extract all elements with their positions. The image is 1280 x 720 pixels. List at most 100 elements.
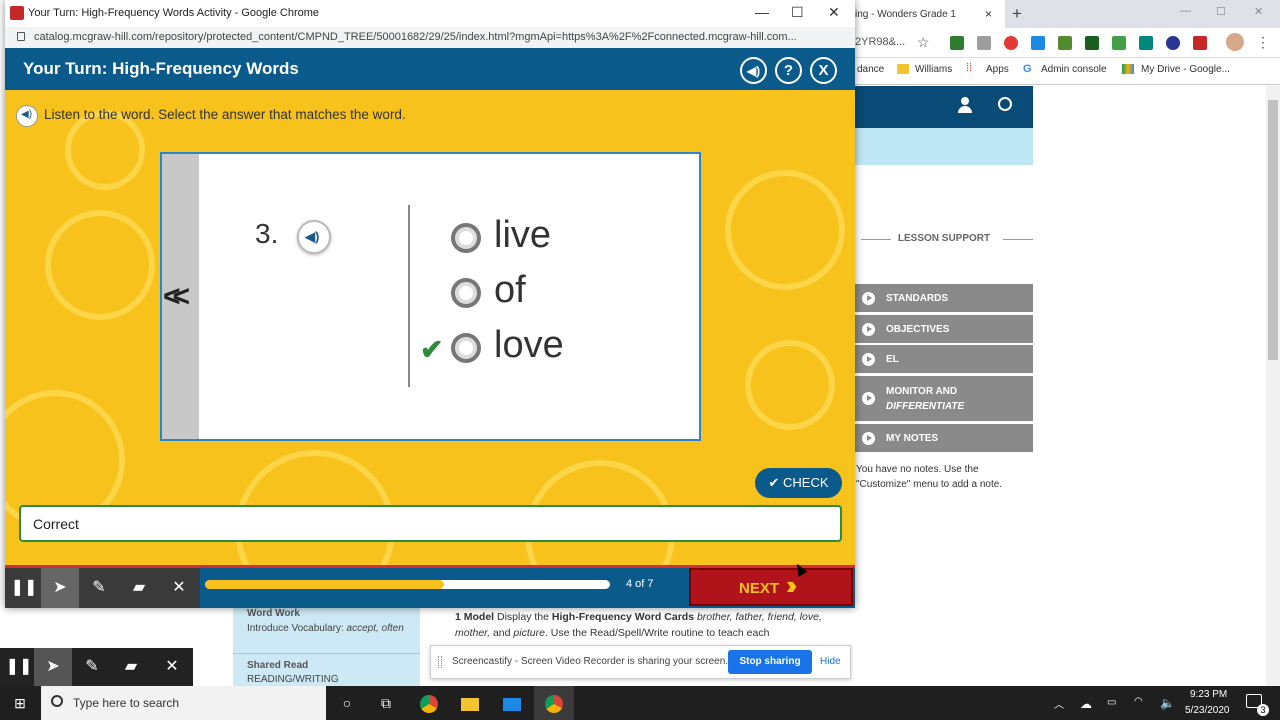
shared-read-title[interactable]: Shared Read xyxy=(247,660,308,671)
new-tab-button[interactable]: + xyxy=(1012,4,1022,24)
onedrive-icon[interactable]: ☁ xyxy=(1080,697,1092,711)
word-work-text: Introduce Vocabulary: accept, often xyxy=(247,623,404,634)
close-icon[interactable]: ✕ xyxy=(153,648,191,686)
accordion-label: OBJECTIVES xyxy=(886,323,950,335)
option-radio[interactable] xyxy=(451,223,481,253)
check-button[interactable]: ✔ CHECK xyxy=(755,468,842,498)
minimize-icon[interactable]: — xyxy=(755,4,769,20)
extension-icon[interactable] xyxy=(1031,36,1045,50)
pause-icon[interactable]: ❚❚ xyxy=(0,648,38,686)
accordion-my-notes[interactable]: MY NOTES xyxy=(855,424,1033,452)
extension-icon[interactable] xyxy=(1112,36,1126,50)
play-icon xyxy=(862,322,875,336)
speaker-icon: ◀) xyxy=(305,229,320,244)
search-icon[interactable] xyxy=(998,97,1012,111)
bookmark-item[interactable]: My Drive - Google... xyxy=(1141,64,1230,75)
bg-tab[interactable]: ing - Wonders Grade 1 × xyxy=(855,0,1005,28)
maximize-icon[interactable]: ☐ xyxy=(791,4,804,21)
play-icon xyxy=(862,352,875,366)
audio-button[interactable]: ◀) xyxy=(740,57,767,84)
window-titlebar[interactable]: Your Turn: High-Frequency Words Activity… xyxy=(5,0,855,27)
bg-minimize-icon[interactable]: — xyxy=(1180,5,1191,17)
help-button[interactable]: ? xyxy=(775,57,802,84)
bookmark-item[interactable]: Admin console xyxy=(1041,64,1107,75)
extension-icon[interactable] xyxy=(1058,36,1072,50)
extension-icon[interactable] xyxy=(1193,36,1207,50)
drive-icon xyxy=(1122,64,1134,74)
chrome-active-icon[interactable] xyxy=(534,686,574,720)
extension-icon[interactable] xyxy=(1085,36,1099,50)
bg-close-icon[interactable]: ✕ xyxy=(1254,5,1263,18)
url-text: catalog.mcgraw-hill.com/repository/prote… xyxy=(34,31,797,43)
extension-icon[interactable] xyxy=(950,36,964,50)
bg-address-text: 2YR98&... xyxy=(855,36,906,48)
extension-icon[interactable] xyxy=(1004,36,1018,50)
pointer-icon[interactable]: ➤ xyxy=(41,568,79,608)
option-radio-selected[interactable] xyxy=(451,333,481,363)
extension-icon[interactable] xyxy=(1166,36,1180,50)
bookmark-item[interactable]: Williams xyxy=(915,64,952,75)
file-explorer-icon[interactable] xyxy=(450,686,490,720)
page-scrollbar[interactable] xyxy=(1266,86,1280,686)
bg-tab-title: ing - Wonders Grade 1 xyxy=(855,9,956,20)
speaker-icon: ◀) xyxy=(746,64,761,78)
lock-icon xyxy=(17,32,25,41)
chrome-icon[interactable] xyxy=(409,686,449,720)
word-work-title[interactable]: Word Work xyxy=(247,608,300,619)
pen-icon[interactable]: ✎ xyxy=(73,648,111,686)
accordion-monitor[interactable]: MONITOR AND DIFFERENTIATE xyxy=(855,376,1033,421)
pen-icon[interactable]: ✎ xyxy=(80,568,118,608)
option-label[interactable]: live xyxy=(494,214,551,257)
taskbar-search[interactable]: Type here to search xyxy=(41,686,326,720)
accordion-label: EL xyxy=(886,353,899,365)
pointer-icon[interactable]: ➤ xyxy=(34,648,72,686)
hide-share-bar-button[interactable]: Hide xyxy=(820,656,841,667)
clock-date[interactable]: 5/23/2020 xyxy=(1185,705,1230,716)
word-audio-button[interactable]: ◀) xyxy=(297,220,331,254)
user-icon[interactable] xyxy=(957,97,973,113)
windows-start-icon[interactable]: ⊞ xyxy=(0,686,40,720)
bookmark-star-icon[interactable]: ☆ xyxy=(917,34,930,51)
close-activity-button[interactable]: X xyxy=(810,57,837,84)
bg-maximize-icon[interactable]: ☐ xyxy=(1216,5,1226,18)
accordion-objectives[interactable]: OBJECTIVES xyxy=(855,315,1033,343)
extension-icon[interactable] xyxy=(1139,36,1153,50)
eraser-icon[interactable]: ▰ xyxy=(120,568,158,608)
option-label[interactable]: love xyxy=(494,324,564,367)
volume-icon[interactable]: 🔈 xyxy=(1160,696,1175,710)
option-radio[interactable] xyxy=(451,278,481,308)
bookmark-item[interactable]: Apps xyxy=(986,64,1009,75)
cortana-icon[interactable]: ○ xyxy=(327,686,367,720)
accordion-label: MY NOTES xyxy=(886,432,939,444)
drag-handle-icon[interactable] xyxy=(438,656,442,668)
eraser-icon[interactable]: ▰ xyxy=(112,648,150,686)
window-title: Your Turn: High-Frequency Words Activity… xyxy=(28,7,320,19)
next-button[interactable]: NEXT ›› xyxy=(689,568,853,606)
question-card xyxy=(160,152,701,441)
close-icon[interactable]: ✕ xyxy=(828,4,840,21)
back-chevron-icon[interactable]: << xyxy=(163,280,190,314)
progress-fill xyxy=(205,580,444,589)
avatar[interactable] xyxy=(1226,33,1244,51)
task-view-icon[interactable]: ⧉ xyxy=(366,686,406,720)
mail-icon[interactable] xyxy=(492,686,532,720)
instruction-audio-button[interactable]: ◀) xyxy=(16,105,38,127)
pause-icon[interactable]: ❚❚ xyxy=(5,568,43,608)
extension-icon[interactable] xyxy=(977,36,991,50)
menu-kebab-icon[interactable]: ⋮ xyxy=(1256,34,1270,51)
accordion-standards[interactable]: STANDARDS xyxy=(855,284,1033,312)
bg-tab-close-icon[interactable]: × xyxy=(985,7,992,21)
bookmark-item[interactable]: dance xyxy=(857,64,884,75)
divider xyxy=(233,653,420,654)
option-label[interactable]: of xyxy=(494,269,526,312)
clock-time[interactable]: 9:23 PM xyxy=(1190,689,1227,700)
stop-sharing-button[interactable]: Stop sharing xyxy=(728,650,812,674)
speaker-icon: ◀) xyxy=(21,109,33,120)
apps-grid-icon: ⁞⁞ xyxy=(966,62,973,74)
tray-chevron-icon[interactable]: ︿ xyxy=(1054,696,1064,711)
address-bar[interactable]: catalog.mcgraw-hill.com/repository/prote… xyxy=(5,27,855,48)
accordion-el[interactable]: EL xyxy=(855,345,1033,373)
close-icon[interactable]: ✕ xyxy=(160,568,198,608)
battery-icon[interactable]: ▭ xyxy=(1107,697,1116,708)
wifi-icon[interactable]: ◠ xyxy=(1134,696,1143,707)
